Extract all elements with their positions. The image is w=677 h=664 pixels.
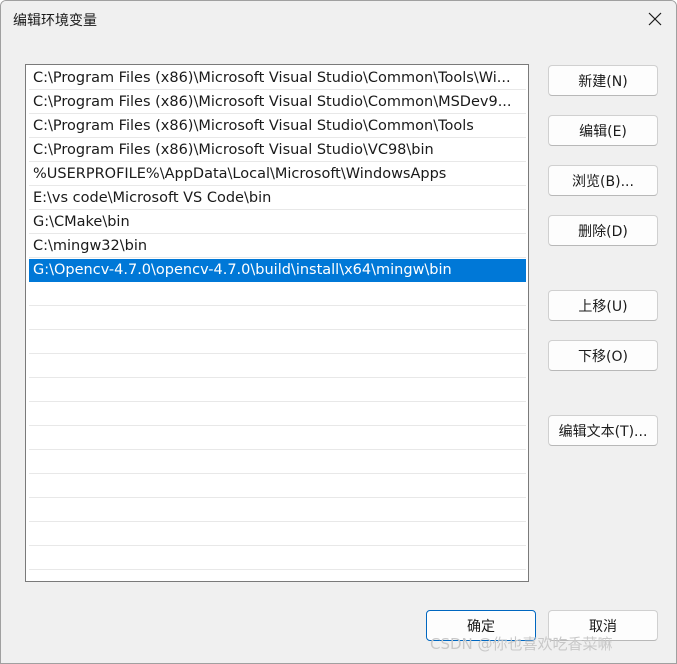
empty-list-row[interactable]	[29, 331, 526, 354]
move-down-button[interactable]: 下移(O)	[548, 340, 658, 371]
browse-button[interactable]: 浏览(B)...	[548, 165, 658, 196]
list-item[interactable]: C:\Program Files (x86)\Microsoft Visual …	[29, 139, 526, 162]
empty-list-row[interactable]	[29, 451, 526, 474]
list-item[interactable]: G:\CMake\bin	[29, 211, 526, 234]
empty-list-row[interactable]	[29, 403, 526, 426]
edit-env-variable-dialog: 编辑环境变量 C:\Program Files (x86)\Microsoft …	[0, 0, 677, 664]
list-item-selected[interactable]: G:\Opencv-4.7.0\opencv-4.7.0\build\insta…	[29, 259, 526, 282]
empty-list-row[interactable]	[29, 475, 526, 498]
empty-list-row[interactable]	[29, 427, 526, 450]
title-bar: 编辑环境变量	[1, 1, 676, 39]
list-item[interactable]: C:\Program Files (x86)\Microsoft Visual …	[29, 67, 526, 90]
empty-list-row[interactable]	[29, 307, 526, 330]
empty-list-row[interactable]	[29, 379, 526, 402]
delete-button[interactable]: 删除(D)	[548, 215, 658, 246]
edit-button[interactable]: 编辑(E)	[548, 115, 658, 146]
empty-list-row[interactable]	[29, 547, 526, 570]
edit-text-button[interactable]: 编辑文本(T)...	[548, 415, 658, 446]
empty-list-row[interactable]	[29, 283, 526, 306]
empty-list-row[interactable]	[29, 523, 526, 546]
watermark: CSDN @你也喜欢吃香菜嘛	[430, 635, 613, 653]
window-title: 编辑环境变量	[13, 13, 97, 29]
list-item[interactable]: E:\vs code\Microsoft VS Code\bin	[29, 187, 526, 210]
list-item[interactable]: %USERPROFILE%\AppData\Local\Microsoft\Wi…	[29, 163, 526, 186]
new-button[interactable]: 新建(N)	[548, 65, 658, 96]
close-button[interactable]	[638, 3, 672, 35]
close-icon	[648, 12, 662, 26]
move-up-button[interactable]: 上移(U)	[548, 290, 658, 321]
list-item[interactable]: C:\mingw32\bin	[29, 235, 526, 258]
path-listbox[interactable]: C:\Program Files (x86)\Microsoft Visual …	[25, 64, 529, 582]
empty-list-row[interactable]	[29, 499, 526, 522]
list-item[interactable]: C:\Program Files (x86)\Microsoft Visual …	[29, 115, 526, 138]
list-item[interactable]: C:\Program Files (x86)\Microsoft Visual …	[29, 91, 526, 114]
empty-list-row[interactable]	[29, 355, 526, 378]
